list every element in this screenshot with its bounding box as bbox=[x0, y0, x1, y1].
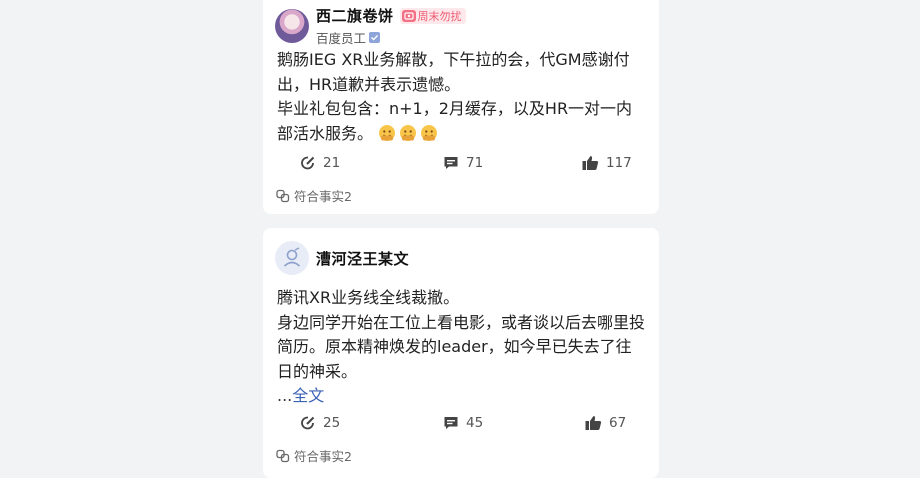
post-card-2[interactable]: 漕河泾王某文 腾讯XR业务线全线裁撤。 身边同学开始在工位上看电影，或者谈以后去… bbox=[263, 228, 659, 478]
post-paragraph: 腾讯XR业务线全线裁撤。 bbox=[277, 288, 460, 307]
badge-label: 周末勿扰 bbox=[417, 9, 462, 23]
status-badge: 周末勿扰 bbox=[399, 7, 466, 24]
like-button[interactable]: 117 bbox=[582, 155, 632, 171]
post-header: 西二旗卷饼 周末勿扰 百度员工 bbox=[275, 5, 466, 47]
like-count: 117 bbox=[606, 155, 632, 171]
post-actions: 25 45 67 bbox=[263, 415, 659, 437]
author-name[interactable]: 西二旗卷饼 bbox=[316, 5, 394, 26]
comment-count: 21 bbox=[323, 155, 341, 171]
emoji-icon bbox=[400, 124, 417, 141]
chat-bubble-icon bbox=[444, 157, 458, 169]
edit-pencil-circle-icon bbox=[301, 416, 315, 430]
comment-button[interactable]: 21 bbox=[300, 155, 340, 171]
like-count: 67 bbox=[609, 415, 627, 431]
author-name[interactable]: 漕河泾王某文 bbox=[316, 248, 409, 269]
post-actions: 21 71 117 bbox=[263, 155, 659, 177]
comment-count: 25 bbox=[323, 415, 341, 431]
read-more-link[interactable]: 全文 bbox=[292, 386, 324, 405]
default-avatar-icon bbox=[283, 247, 301, 267]
emoji-icon bbox=[421, 124, 438, 141]
chat-bubble-icon bbox=[444, 417, 458, 429]
verified-icon bbox=[369, 32, 381, 43]
post-content[interactable]: 鹅肠IEG XR业务解散，下午拉的会，代GM感谢付出，HR道歉并表示遗憾。 毕业… bbox=[277, 48, 647, 146]
edit-pencil-circle-icon bbox=[301, 156, 315, 170]
link-chain-icon bbox=[276, 449, 290, 462]
calendar-icon bbox=[401, 9, 416, 22]
reply-button[interactable]: 71 bbox=[443, 155, 483, 171]
post-paragraph: 鹅肠IEG XR业务解散，下午拉的会，代GM感谢付出，HR道歉并表示遗憾。 bbox=[277, 50, 630, 94]
emoji-icon bbox=[379, 124, 396, 141]
thumbs-up-icon bbox=[585, 416, 602, 430]
fact-check-label: 符合事实2 bbox=[294, 449, 352, 464]
post-content[interactable]: 腾讯XR业务线全线裁撤。 身边同学开始在工位上看电影，或者谈以后去哪里投简历。原… bbox=[277, 286, 647, 409]
link-chain-icon bbox=[276, 189, 290, 202]
post-paragraph: 毕业礼包包含：n+1，2月缓存，以及HR一对一内部活水服务。 bbox=[277, 99, 633, 143]
fact-check-row[interactable]: 符合事实2 bbox=[276, 186, 352, 205]
thumbs-up-icon bbox=[582, 156, 599, 170]
author-company: 百度员工 bbox=[316, 31, 367, 46]
avatar[interactable] bbox=[275, 9, 309, 43]
emoji-group bbox=[378, 124, 441, 143]
fact-check-row[interactable]: 符合事实2 bbox=[276, 446, 352, 465]
read-more-row: ...全文 bbox=[277, 384, 647, 409]
avatar[interactable] bbox=[275, 241, 309, 275]
like-button[interactable]: 67 bbox=[585, 415, 626, 431]
reply-count: 45 bbox=[466, 415, 484, 431]
post-card-1[interactable]: 西二旗卷饼 周末勿扰 百度员工 鹅肠IEG XR业务解散，下午拉的会，代GM感谢… bbox=[263, 0, 659, 214]
comment-button[interactable]: 25 bbox=[300, 415, 340, 431]
post-paragraph: 身边同学开始在工位上看电影，或者谈以后去哪里投简历。原本精神焕发的leader，… bbox=[277, 312, 646, 381]
reply-button[interactable]: 45 bbox=[443, 415, 483, 431]
fact-check-label: 符合事实2 bbox=[294, 189, 352, 204]
ellipsis: ... bbox=[277, 386, 293, 405]
post-header: 漕河泾王某文 bbox=[275, 241, 409, 275]
reply-count: 71 bbox=[466, 155, 484, 171]
